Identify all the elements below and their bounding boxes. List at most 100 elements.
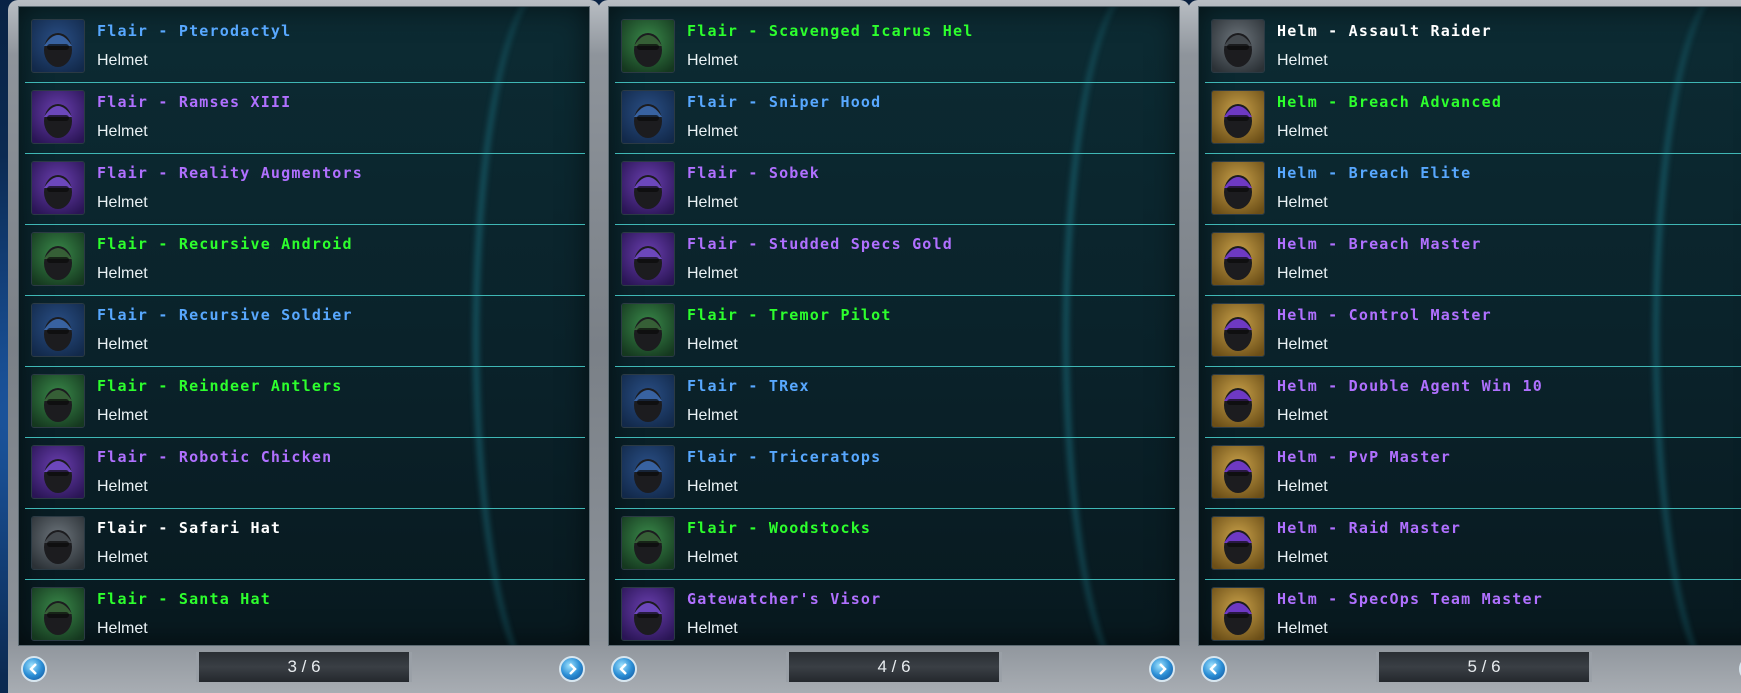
chevron-left-icon xyxy=(619,663,627,675)
item-name: Flair - Tremor Pilot xyxy=(687,306,892,324)
item-row[interactable]: Helm - Double Agent Win 10 Helmet xyxy=(1205,367,1741,438)
item-row[interactable]: Flair - TRex Helmet xyxy=(615,367,1175,438)
item-type: Helmet xyxy=(1277,336,1328,353)
item-row[interactable]: Helm - Breach Advanced Helmet xyxy=(1205,83,1741,154)
item-name: Flair - Santa Hat xyxy=(97,590,271,608)
item-row[interactable]: Flair - Tremor Pilot Helmet xyxy=(615,296,1175,367)
item-row[interactable]: Helm - Control Master Helmet xyxy=(1205,296,1741,367)
item-name: Flair - Scavenged Icarus Hel xyxy=(687,22,974,40)
item-row[interactable]: Flair - Santa Hat Helmet xyxy=(25,580,585,645)
prev-page-button[interactable] xyxy=(21,656,47,682)
item-row[interactable]: Helm - Assault Raider Helmet xyxy=(1205,12,1741,83)
item-name: Helm - Assault Raider xyxy=(1277,22,1492,40)
item-name: Helm - Breach Master xyxy=(1277,235,1482,253)
pagination-bar: 5 / 6 xyxy=(1188,644,1741,693)
item-type: Helmet xyxy=(97,549,148,566)
control-helm-icon xyxy=(1211,303,1265,357)
page-label: 3 / 6 xyxy=(287,657,321,676)
item-name: Flair - Triceratops xyxy=(687,448,882,466)
item-type: Helmet xyxy=(1277,620,1328,637)
item-row[interactable]: Helm - SpecOps Team Master Helmet xyxy=(1205,580,1741,645)
next-page-button[interactable] xyxy=(1149,656,1175,682)
item-name: Helm - SpecOps Team Master xyxy=(1277,590,1543,608)
item-type: Helmet xyxy=(687,336,738,353)
safari-hat-icon xyxy=(31,516,85,570)
item-type: Helmet xyxy=(1277,194,1328,211)
item-row[interactable]: Flair - Reality Augmentors Helmet xyxy=(25,154,585,225)
item-row[interactable]: Gatewatcher's Visor Helmet xyxy=(615,580,1175,645)
item-row[interactable]: Flair - Scavenged Icarus Hel Helmet xyxy=(615,12,1175,83)
agent-helm-icon xyxy=(1211,374,1265,428)
item-row[interactable]: Flair - Recursive Soldier Helmet xyxy=(25,296,585,367)
item-name: Helm - Control Master xyxy=(1277,306,1492,324)
item-row[interactable]: Helm - PvP Master Helmet xyxy=(1205,438,1741,509)
item-name: Flair - Sniper Hood xyxy=(687,93,882,111)
item-row[interactable]: Helm - Breach Elite Helmet xyxy=(1205,154,1741,225)
item-row[interactable]: Flair - Pterodactyl Helmet xyxy=(25,12,585,83)
android-icon xyxy=(31,232,85,286)
item-type: Helmet xyxy=(1277,478,1328,495)
item-row[interactable]: Helm - Raid Master Helmet xyxy=(1205,509,1741,580)
prev-page-button[interactable] xyxy=(611,656,637,682)
item-type: Helmet xyxy=(687,194,738,211)
item-row[interactable]: Helm - Breach Master Helmet xyxy=(1205,225,1741,296)
santa-hat-icon xyxy=(31,587,85,641)
item-type: Helmet xyxy=(1277,549,1328,566)
icarus-icon xyxy=(621,19,675,73)
item-row[interactable]: Flair - Woodstocks Helmet xyxy=(615,509,1175,580)
item-name: Flair - Sobek xyxy=(687,164,820,182)
item-type: Helmet xyxy=(97,194,148,211)
chicken-icon xyxy=(31,445,85,499)
item-type: Helmet xyxy=(97,478,148,495)
chevron-left-icon xyxy=(29,663,37,675)
pilot-icon xyxy=(621,303,675,357)
item-row[interactable]: Flair - Sniper Hood Helmet xyxy=(615,83,1175,154)
prev-page-button[interactable] xyxy=(1201,656,1227,682)
reindeer-icon xyxy=(31,374,85,428)
item-type: Helmet xyxy=(687,265,738,282)
inventory-panel-2: Flair - Scavenged Icarus Hel Helmet Flair … xyxy=(598,0,1190,693)
item-list: Flair - Scavenged Icarus Hel Helmet Flair … xyxy=(608,6,1180,646)
item-row[interactable]: Flair - Ramses XIII Helmet xyxy=(25,83,585,154)
item-name: Helm - PvP Master xyxy=(1277,448,1451,466)
item-type: Helmet xyxy=(687,549,738,566)
triceratops-icon xyxy=(621,445,675,499)
pvp-helm-icon xyxy=(1211,445,1265,499)
page-indicator: 4 / 6 xyxy=(786,652,1002,682)
item-list: Flair - Pterodactyl Helmet Flair - Ramses … xyxy=(18,6,590,646)
item-row[interactable]: Flair - Sobek Helmet xyxy=(615,154,1175,225)
item-name: Flair - Studded Specs Gold xyxy=(687,235,953,253)
item-row[interactable]: Flair - Robotic Chicken Helmet xyxy=(25,438,585,509)
breach-helm-icon xyxy=(1211,161,1265,215)
chevron-right-icon xyxy=(569,663,577,675)
inventory-panel-3: Helm - Assault Raider Helmet Helm - Breach… xyxy=(1188,0,1741,693)
item-name: Helm - Double Agent Win 10 xyxy=(1277,377,1543,395)
item-name: Flair - Reality Augmentors xyxy=(97,164,363,182)
chevron-left-icon xyxy=(1209,663,1217,675)
next-page-button[interactable] xyxy=(559,656,585,682)
page-indicator: 5 / 6 xyxy=(1376,652,1592,682)
item-type: Helmet xyxy=(687,620,738,637)
item-type: Helmet xyxy=(1277,52,1328,69)
item-row[interactable]: Flair - Studded Specs Gold Helmet xyxy=(615,225,1175,296)
soldier-icon xyxy=(31,303,85,357)
item-name: Helm - Raid Master xyxy=(1277,519,1462,537)
item-name: Flair - Robotic Chicken xyxy=(97,448,333,466)
item-row[interactable]: Flair - Reindeer Antlers Helmet xyxy=(25,367,585,438)
item-row[interactable]: Flair - Safari Hat Helmet xyxy=(25,509,585,580)
item-name: Flair - TRex xyxy=(687,377,810,395)
specs-icon xyxy=(621,232,675,286)
hood-icon xyxy=(621,90,675,144)
pagination-bar: 4 / 6 xyxy=(598,644,1190,693)
chevron-right-icon xyxy=(1159,663,1167,675)
item-row[interactable]: Flair - Triceratops Helmet xyxy=(615,438,1175,509)
item-name: Flair - Recursive Android xyxy=(97,235,353,253)
item-name: Flair - Recursive Soldier xyxy=(97,306,353,324)
breach-helm-icon xyxy=(1211,90,1265,144)
item-type: Helmet xyxy=(687,478,738,495)
item-type: Helmet xyxy=(97,407,148,424)
raider-helm-icon xyxy=(1211,19,1265,73)
item-type: Helmet xyxy=(1277,265,1328,282)
item-row[interactable]: Flair - Recursive Android Helmet xyxy=(25,225,585,296)
breach-helm-icon xyxy=(1211,232,1265,286)
